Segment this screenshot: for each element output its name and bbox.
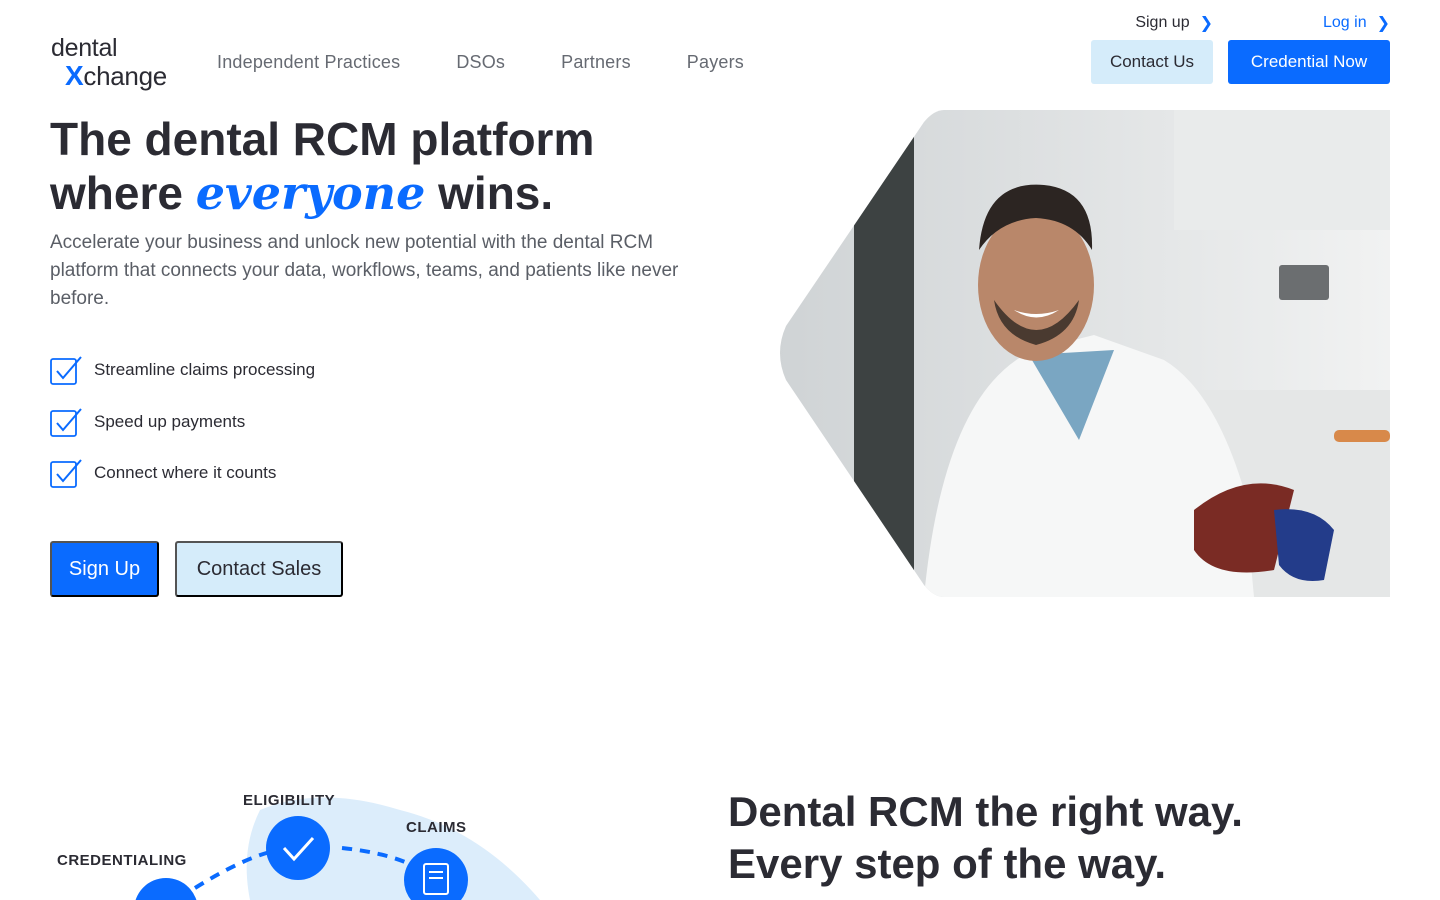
credential-now-button[interactable]: Credential Now [1228, 40, 1390, 84]
section2-title-line2: Every step of the way. [728, 840, 1167, 887]
top-links: Sign up ❯ Log in ❯ [1135, 13, 1390, 33]
badge-icon [135, 878, 197, 900]
feature-checklist: Streamline claims processing Speed up pa… [50, 355, 315, 510]
checklist-item: Streamline claims processing [50, 355, 315, 385]
chevron-right-icon: ❯ [1199, 15, 1213, 32]
main-nav: Independent Practices DSOs Partners Paye… [217, 52, 744, 73]
nav-payers[interactable]: Payers [687, 52, 744, 73]
hero-photo [774, 110, 1390, 597]
diagram-label-credentialing: CREDENTIALING [57, 852, 187, 869]
checklist-item-label: Connect where it counts [94, 463, 277, 482]
checklist-item: Connect where it counts [50, 458, 315, 488]
rcm-steps-diagram: CREDENTIALING ELIGIBILITY CLAIMS [0, 770, 700, 900]
checkbox-check-icon [50, 356, 82, 385]
nav-partners[interactable]: Partners [561, 52, 631, 73]
checklist-item: Speed up payments [50, 407, 315, 437]
dentist-photo-illustration [780, 110, 1390, 597]
section2-title-line1: Dental RCM the right way. [728, 788, 1243, 835]
logo-line2: Xchange [65, 60, 167, 92]
signup-link-label: Sign up [1135, 14, 1190, 31]
contact-us-button[interactable]: Contact Us [1091, 40, 1213, 84]
hero-title: The dental RCM platform where everyone w… [50, 112, 730, 220]
login-link[interactable]: Log in ❯ [1323, 13, 1390, 33]
hero-title-line1: The dental RCM platform [50, 113, 595, 165]
checkbox-check-icon [50, 407, 82, 437]
logo[interactable]: dental Xchange [51, 34, 191, 92]
diagram-label-eligibility: ELIGIBILITY [243, 792, 336, 809]
login-link-label: Log in [1323, 14, 1367, 31]
checklist-item-label: Streamline claims processing [94, 360, 316, 379]
logo-line2-rest: change [83, 61, 167, 91]
diagram-label-claims: CLAIMS [406, 819, 467, 836]
hero-title-emphasis: everyone [195, 166, 426, 220]
logo-line1: dental [51, 34, 118, 62]
nav-independent-practices[interactable]: Independent Practices [217, 52, 400, 73]
hero-title-line2-pre: where [50, 167, 196, 219]
contact-sales-button[interactable]: Contact Sales [175, 541, 343, 597]
chevron-right-icon: ❯ [1376, 15, 1390, 32]
checkbox-check-icon [50, 459, 82, 488]
hero-title-line2-post: wins. [425, 167, 554, 219]
diagram-graphic [135, 797, 540, 900]
nav-dsos[interactable]: DSOs [456, 52, 505, 73]
signup-link[interactable]: Sign up ❯ [1135, 13, 1213, 33]
section2-title: Dental RCM the right way. Every step of … [728, 786, 1243, 890]
logo-x: X [65, 60, 84, 91]
hero-subtitle: Accelerate your business and unlock new … [50, 232, 679, 309]
checklist-item-label: Speed up payments [94, 411, 246, 431]
check-circle-icon [266, 816, 330, 880]
sign-up-button[interactable]: Sign Up [50, 541, 159, 597]
